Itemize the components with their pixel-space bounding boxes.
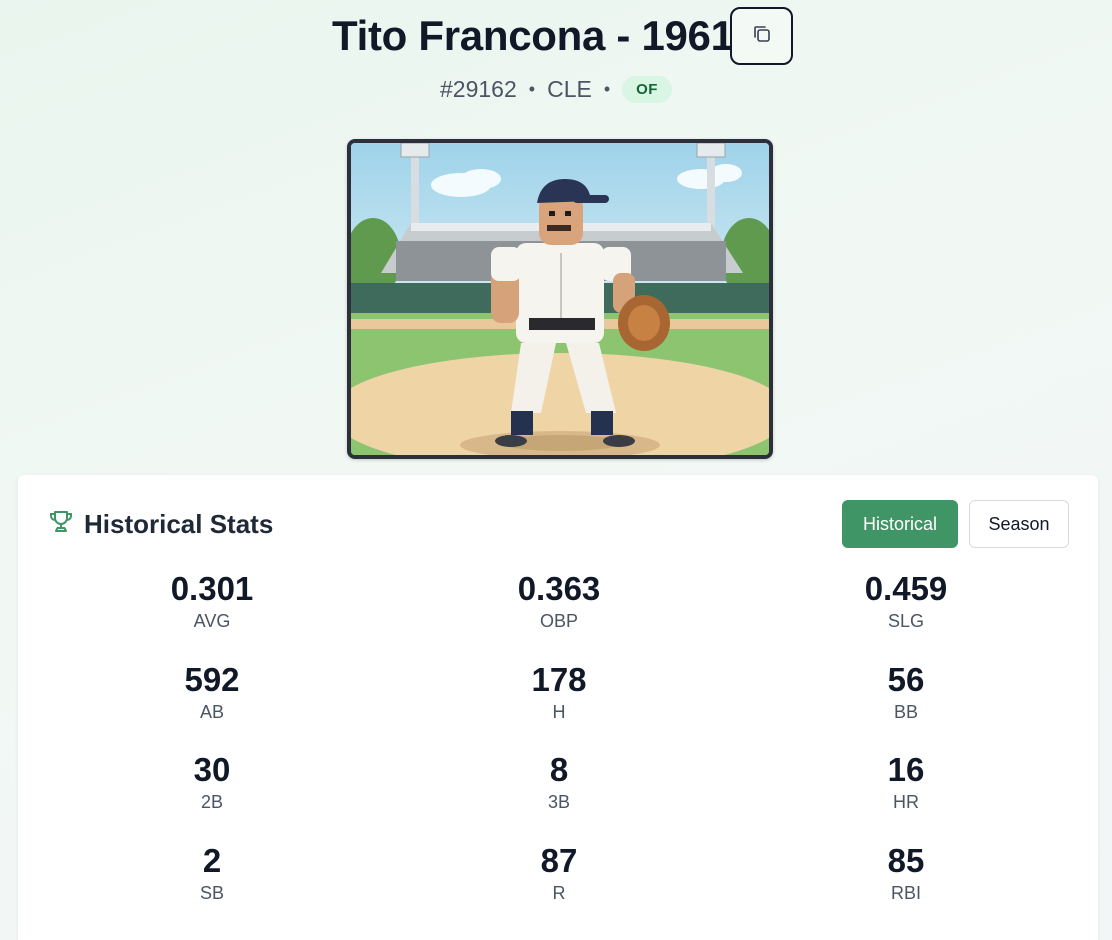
player-card-image — [347, 139, 773, 459]
stat-value: 85 — [887, 842, 925, 879]
stat-label: BB — [893, 702, 918, 722]
stat-label: SB — [199, 883, 224, 903]
copy-button[interactable] — [730, 7, 793, 65]
stat-sb: 2 SB — [112, 841, 312, 905]
stat-r: 87 R — [459, 841, 659, 905]
pixel-art-baseball-player — [351, 143, 769, 455]
stat-h: 178 H — [459, 660, 659, 724]
copy-icon — [751, 23, 773, 50]
stat-value: 16 — [887, 751, 925, 788]
stat-bb: 56 BB — [806, 660, 1006, 724]
title-row: Tito Francona - 1961 — [0, 7, 1112, 65]
stat-3b: 8 3B — [459, 750, 659, 814]
stat-label: HR — [893, 792, 919, 812]
player-meta: #29162 • CLE • OF — [0, 74, 1112, 104]
stat-label: AB — [199, 702, 224, 722]
stats-panel-header: Historical Stats Historical Season — [18, 475, 1098, 565]
stat-label: R — [552, 883, 566, 903]
stat-value: 8 — [549, 751, 569, 788]
stat-label: 3B — [547, 792, 571, 812]
stat-value: 0.459 — [864, 570, 948, 607]
tab-season[interactable]: Season — [969, 500, 1069, 548]
stat-2b: 30 2B — [112, 750, 312, 814]
team-abbrev: CLE — [547, 75, 592, 102]
stat-value: 592 — [184, 661, 240, 698]
stat-value: 0.301 — [170, 570, 254, 607]
stat-label: RBI — [890, 883, 921, 903]
position-badge: OF — [622, 75, 672, 103]
tab-historical[interactable]: Historical — [842, 500, 958, 548]
stat-label: SLG — [887, 611, 925, 631]
stat-value: 56 — [887, 661, 925, 698]
stat-avg: 0.301 AVG — [112, 569, 312, 633]
stat-ab: 592 AB — [112, 660, 312, 724]
stat-label: 2B — [200, 792, 224, 812]
separator-dot: • — [528, 78, 536, 99]
stat-label: OBP — [539, 611, 578, 631]
stat-rbi: 85 RBI — [806, 841, 1006, 905]
stat-value: 87 — [540, 842, 578, 879]
stat-value: 2 — [202, 842, 222, 879]
stat-hr: 16 HR — [806, 750, 1006, 814]
stats-panel-title-text: Historical Stats — [84, 508, 274, 539]
stat-label: H — [552, 702, 566, 722]
trophy-icon — [48, 508, 74, 541]
stats-panel-title: Historical Stats — [48, 506, 273, 542]
stat-obp: 0.363 OBP — [459, 569, 659, 633]
stat-value: 30 — [193, 751, 231, 788]
stat-value: 0.363 — [517, 570, 601, 607]
stat-slg: 0.459 SLG — [806, 569, 1006, 633]
stats-panel: Historical Stats Historical Season 0.301… — [18, 475, 1098, 940]
stat-value: 178 — [531, 661, 587, 698]
stat-label: AVG — [193, 611, 231, 631]
separator-dot: • — [603, 78, 611, 99]
page-title: Tito Francona - 1961 — [332, 12, 734, 59]
player-id: #29162 — [440, 75, 517, 102]
